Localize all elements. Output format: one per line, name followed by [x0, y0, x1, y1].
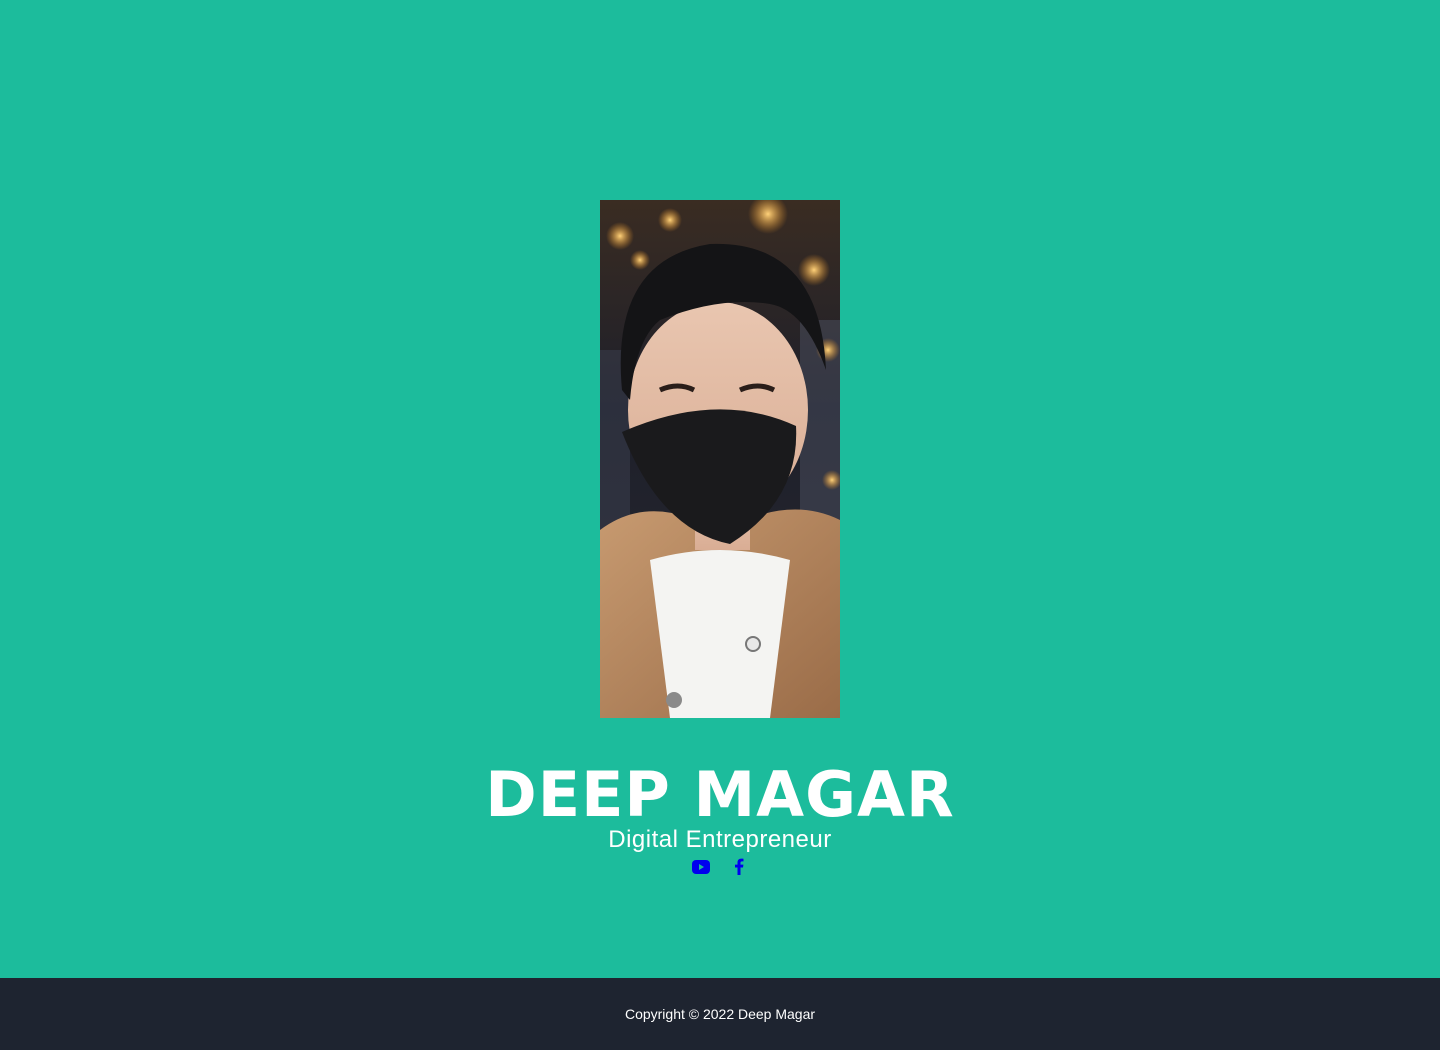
hero-section: DEEP MAGAR Digital Entrepreneur: [0, 0, 1440, 978]
profile-name: DEEP MAGAR: [485, 758, 955, 831]
copyright-text: Copyright © 2022 Deep Magar: [624, 1006, 816, 1022]
social-links: [0, 858, 1440, 880]
facebook-link[interactable]: [730, 858, 748, 880]
profile-tagline: Digital Entrepreneur: [608, 826, 832, 853]
footer: Copyright © 2022 Deep Magar: [0, 978, 1440, 1050]
facebook-icon: [734, 858, 744, 880]
youtube-icon: [692, 859, 710, 879]
profile-photo: [600, 200, 840, 718]
youtube-link[interactable]: [692, 859, 710, 879]
